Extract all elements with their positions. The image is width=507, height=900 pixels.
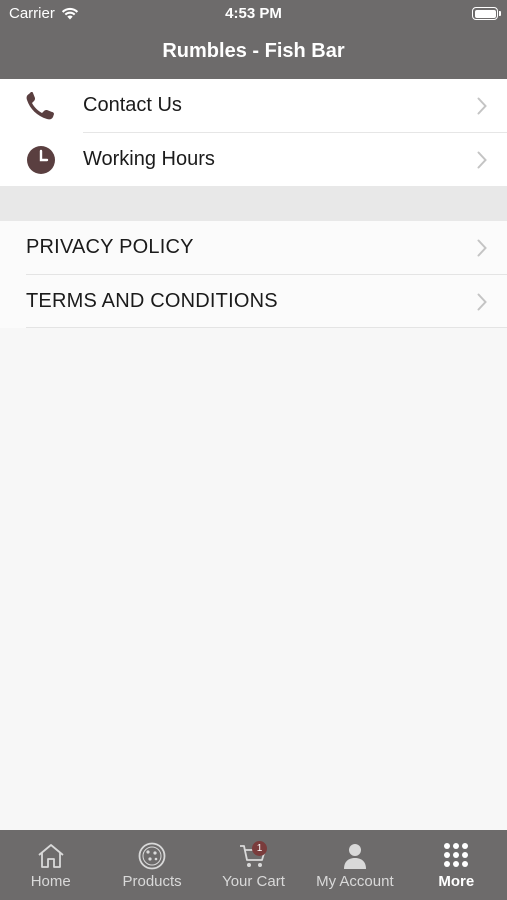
info-menu-group: Contact Us Working Hours <box>0 79 507 186</box>
tab-label: More <box>438 873 475 890</box>
tab-label: Home <box>30 873 71 890</box>
chevron-right-icon <box>477 151 487 169</box>
cart-count-badge: 1 <box>252 841 267 856</box>
menu-item-label: Contact Us <box>83 94 182 116</box>
menu-item-working-hours[interactable]: Working Hours <box>0 133 507 186</box>
menu-item-terms-and-conditions[interactable]: TERMS AND CONDITIONS <box>0 275 507 328</box>
menu-item-label: PRIVACY POLICY <box>26 236 194 258</box>
tab-home[interactable]: Home <box>0 830 101 900</box>
tab-label: Products <box>122 873 182 890</box>
legal-menu-group: PRIVACY POLICY TERMS AND CONDITIONS <box>0 221 507 328</box>
chevron-right-icon <box>477 293 487 311</box>
tab-your-cart[interactable]: Your Cart <box>203 830 304 900</box>
menu-item-contact-us[interactable]: Contact Us <box>0 79 507 132</box>
chevron-right-icon <box>477 239 487 257</box>
divider <box>26 327 507 328</box>
menu-item-privacy-policy[interactable]: PRIVACY POLICY <box>0 221 507 274</box>
grid-icon <box>444 843 469 867</box>
tab-bar: Home Products Your Cart My Account More <box>0 830 507 900</box>
home-icon <box>38 844 64 868</box>
tab-label: Your Cart <box>222 873 285 890</box>
tab-products[interactable]: Products <box>101 830 202 900</box>
clock-time: 4:53 PM <box>225 5 282 22</box>
chevron-right-icon <box>477 97 487 115</box>
menu-item-label: TERMS AND CONDITIONS <box>26 290 278 312</box>
pizza-icon <box>138 842 166 870</box>
status-bar: Carrier 4:53 PM <box>0 0 507 28</box>
menu-item-label: Working Hours <box>83 148 215 170</box>
tab-more[interactable]: More <box>406 830 507 900</box>
battery-icon <box>472 7 501 20</box>
section-spacer <box>0 186 507 221</box>
navigation-bar: Carrier 4:53 PM Rumbles - Fish Bar <box>0 0 507 79</box>
tab-my-account[interactable]: My Account <box>304 830 405 900</box>
clock-icon <box>27 146 55 174</box>
page-title: Rumbles - Fish Bar <box>162 40 345 62</box>
phone-icon <box>26 92 54 120</box>
tab-label: My Account <box>316 873 394 890</box>
user-icon <box>343 844 366 869</box>
